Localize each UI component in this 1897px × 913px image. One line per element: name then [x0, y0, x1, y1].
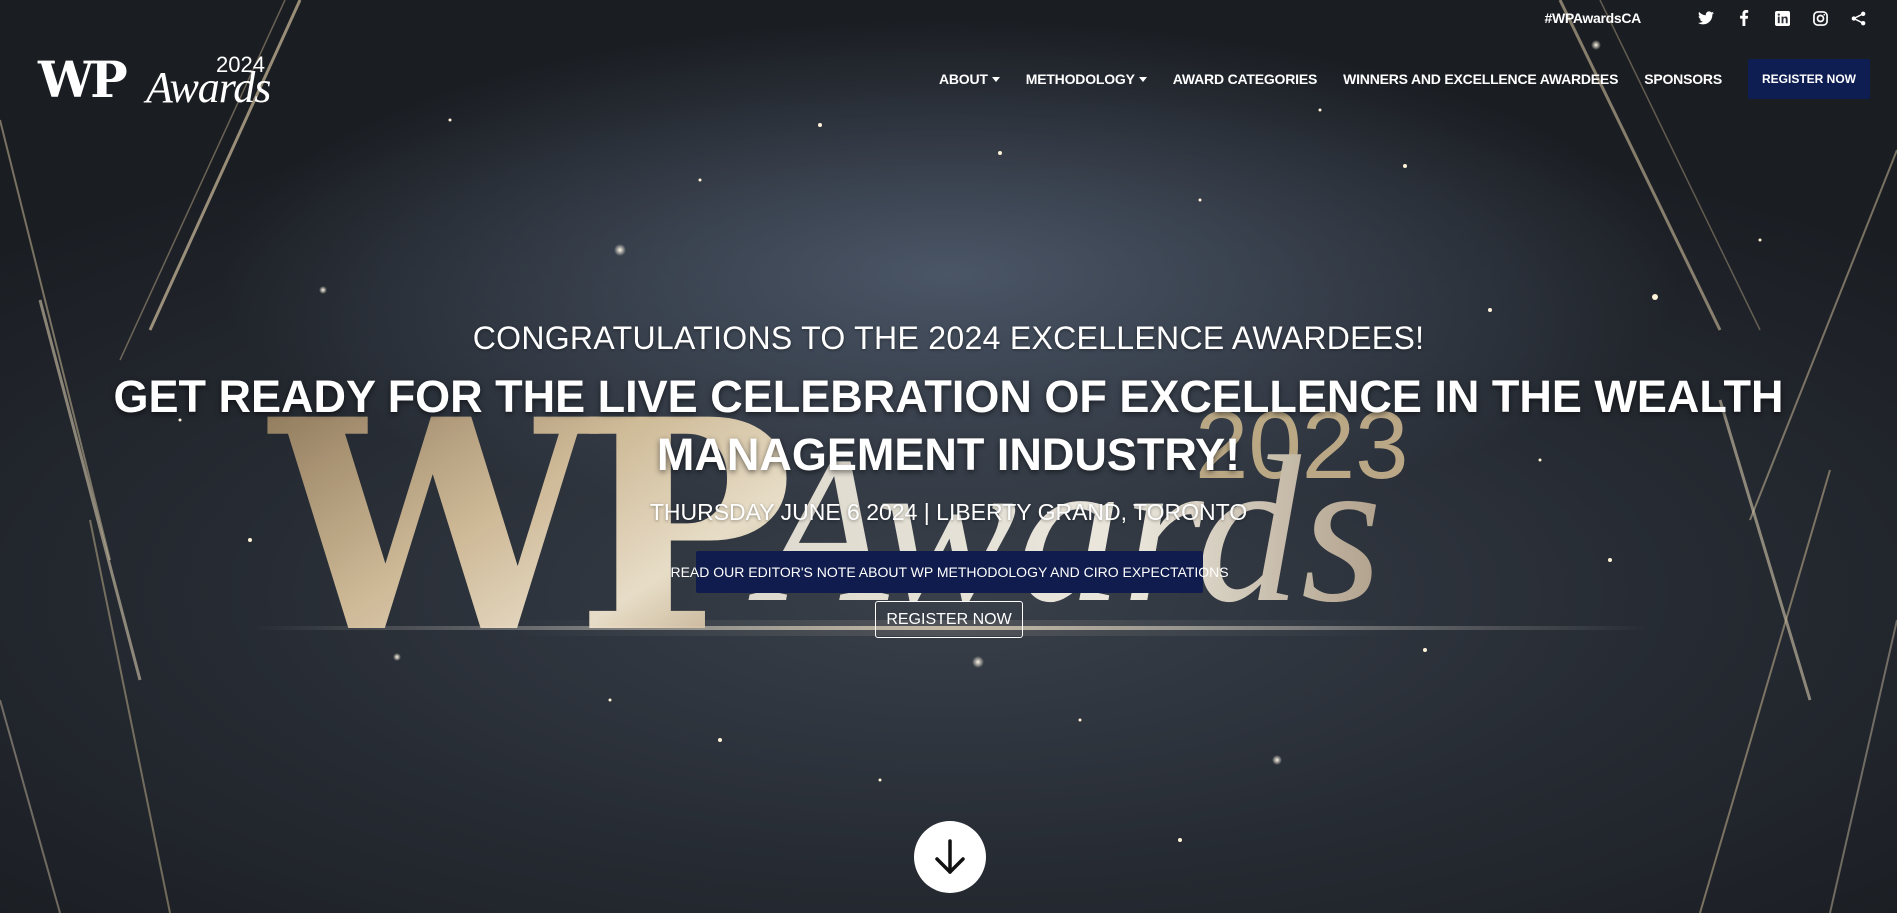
wp-awards-logo[interactable]: WP Awards 2024	[38, 50, 288, 110]
logo-year: 2024	[216, 52, 265, 77]
instagram-icon[interactable]	[1811, 9, 1829, 27]
caret-down-icon	[991, 76, 1000, 82]
caret-down-icon	[1138, 76, 1147, 82]
hero-headline: GET READY FOR THE LIVE CELEBRATION OF EX…	[113, 371, 1784, 480]
hashtag-link[interactable]: #WPAwardsCA	[1544, 10, 1641, 26]
scroll-down-button[interactable]	[914, 821, 986, 893]
nav-methodology[interactable]: METHODOLOGY	[1026, 71, 1147, 87]
nav-sponsors-label: SPONSORS	[1644, 71, 1722, 87]
nav-sponsors[interactable]: SPONSORS	[1644, 71, 1722, 87]
arrow-down-icon	[935, 839, 965, 874]
event-date-location: THURSDAY JUNE 6 2024 | LIBERTY GRAND, TO…	[649, 499, 1248, 525]
logo-wp-text: WP	[38, 50, 128, 109]
hero-register-label: REGISTER NOW	[886, 610, 1012, 628]
social-bar: #WPAwardsCA	[1544, 8, 1867, 28]
nav-about-label: ABOUT	[938, 71, 988, 87]
facebook-icon[interactable]	[1735, 9, 1753, 27]
share-icon[interactable]	[1849, 9, 1867, 27]
nav-methodology-label: METHODOLOGY	[1025, 71, 1135, 87]
hero-section: WP 2023 Awards WP Awards 2024 #WPAwardsC…	[0, 0, 1897, 913]
nav-register-button[interactable]: REGISTER NOW	[1747, 59, 1870, 99]
nav-award-categories-label: AWARD CATEGORIES	[1172, 71, 1318, 87]
twitter-icon[interactable]	[1697, 9, 1715, 27]
nav-winners[interactable]: WINNERS AND EXCELLENCE AWARDEES	[1343, 71, 1618, 87]
linkedin-icon[interactable]	[1773, 9, 1791, 27]
nav-about[interactable]: ABOUT	[939, 71, 1000, 87]
congratulations-heading: CONGRATULATIONS TO THE 2024 EXCELLENCE A…	[472, 320, 1425, 356]
nav-winners-label: WINNERS AND EXCELLENCE AWARDEES	[1343, 71, 1619, 87]
editor-note-label: READ OUR EDITOR'S NOTE ABOUT WP METHODOL…	[670, 564, 1229, 580]
nav-award-categories[interactable]: AWARD CATEGORIES	[1172, 71, 1318, 87]
hero-register-button[interactable]: REGISTER NOW	[875, 601, 1023, 638]
main-nav: ABOUT METHODOLOGY AWARD CATEGORIES WINNE…	[913, 59, 1870, 99]
editor-note-button[interactable]: READ OUR EDITOR'S NOTE ABOUT WP METHODOL…	[670, 551, 1229, 593]
